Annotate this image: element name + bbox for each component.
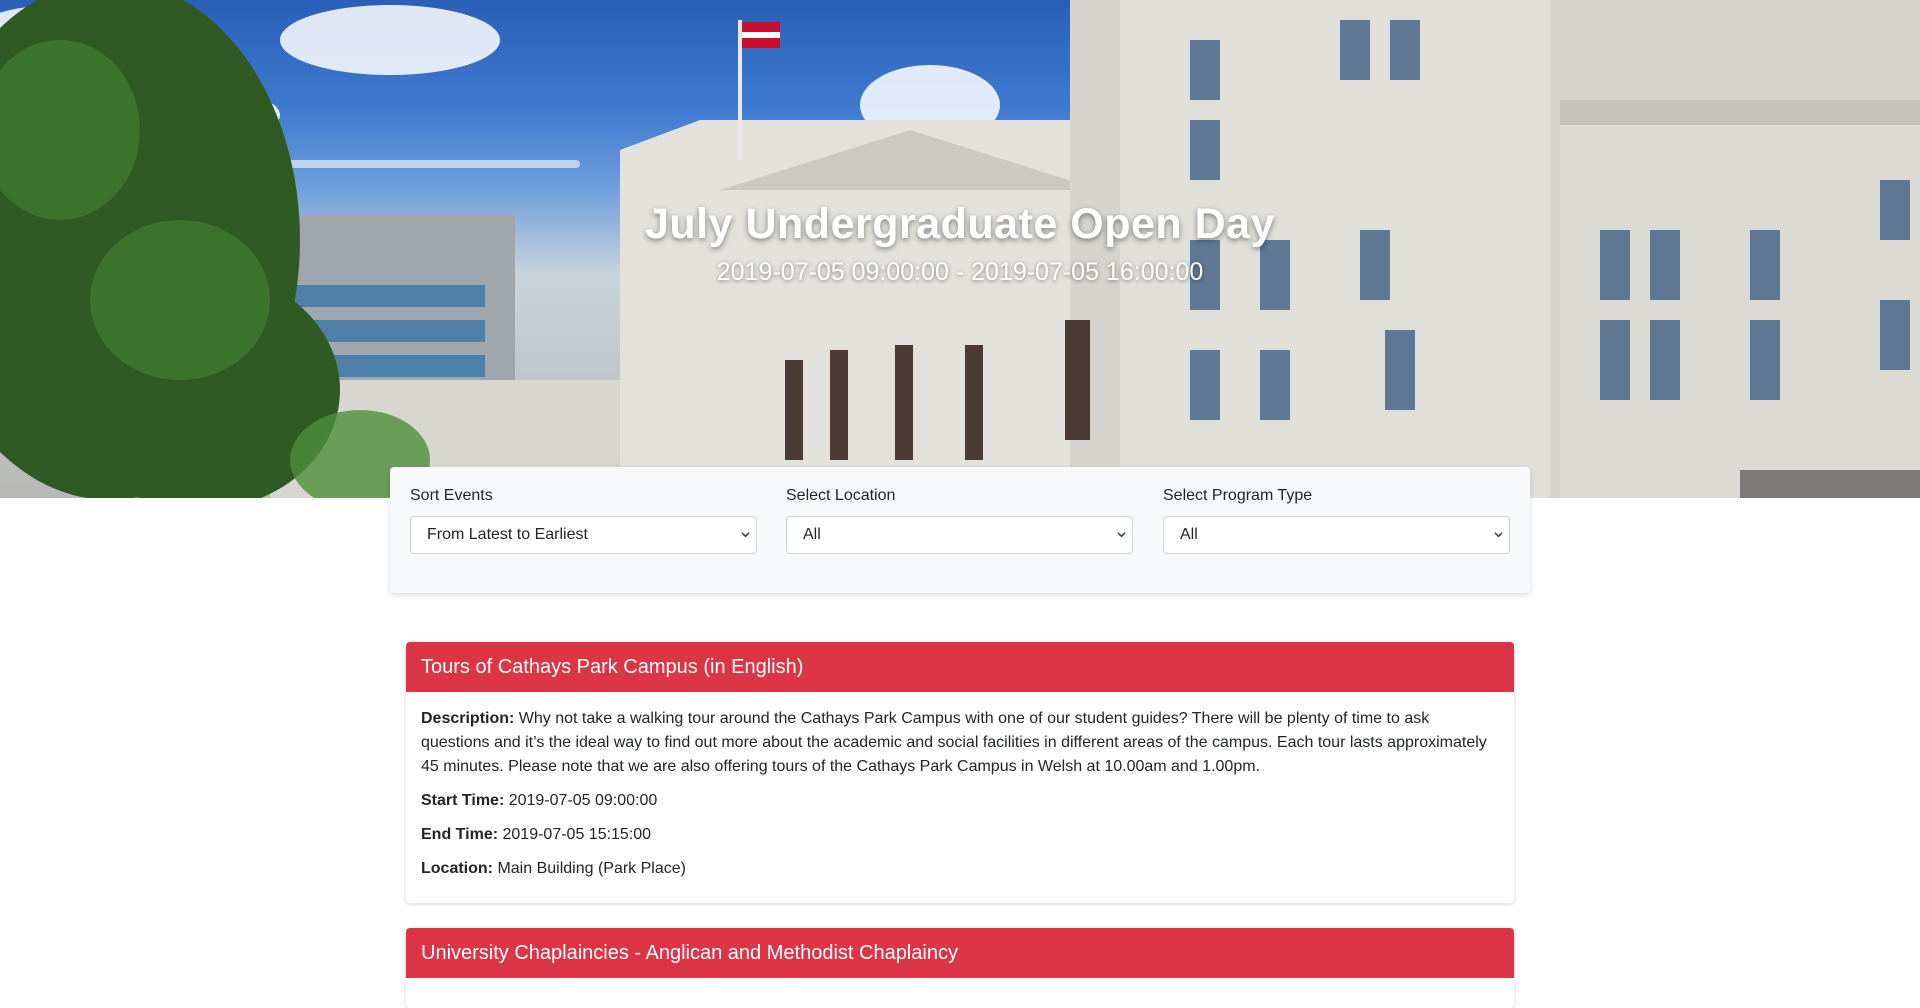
event-card: University Chaplaincies - Anglican and M… bbox=[406, 928, 1514, 1008]
hero-background-image bbox=[0, 0, 1920, 498]
start-time-value: 2019-07-05 09:00:00 bbox=[508, 792, 658, 809]
event-end-time: End Time: 2019-07-05 15:15:00 bbox=[421, 823, 1499, 847]
chevron-down-icon bbox=[1494, 532, 1503, 538]
program-select[interactable]: All bbox=[1163, 516, 1510, 554]
event-card-body: Description: Why not take a walking tour… bbox=[406, 692, 1514, 903]
program-filter: Select Program Type All bbox=[1163, 487, 1510, 554]
event-description: Description: Why not take a walking tour… bbox=[421, 707, 1499, 779]
location-filter: Select Location All bbox=[786, 487, 1133, 554]
filter-panel: Sort Events From Latest to Earliest Sele… bbox=[390, 467, 1530, 593]
sort-label: Sort Events bbox=[410, 487, 493, 504]
event-card: Tours of Cathays Park Campus (in English… bbox=[406, 642, 1514, 903]
event-title: July Undergraduate Open Day bbox=[645, 200, 1275, 248]
location-label: Select Location bbox=[786, 487, 896, 504]
sort-select[interactable]: From Latest to Earliest bbox=[410, 516, 757, 554]
chevron-down-icon bbox=[741, 532, 750, 538]
chevron-down-icon bbox=[1117, 532, 1126, 538]
sort-select-value: From Latest to Earliest bbox=[427, 526, 588, 543]
description-label: Description: bbox=[421, 710, 515, 727]
description-text: Why not take a walking tour around the C… bbox=[421, 710, 1487, 775]
sort-filter: Sort Events From Latest to Earliest bbox=[410, 487, 757, 554]
location-value: Main Building (Park Place) bbox=[497, 860, 686, 877]
end-time-label: End Time: bbox=[421, 826, 499, 843]
location-field-label: Location: bbox=[421, 860, 493, 877]
event-start-time: Start Time: 2019-07-05 09:00:00 bbox=[421, 789, 1499, 813]
end-time-value: 2019-07-05 15:15:00 bbox=[502, 826, 652, 843]
event-card-title[interactable]: University Chaplaincies - Anglican and M… bbox=[406, 928, 1514, 978]
event-card-title[interactable]: Tours of Cathays Park Campus (in English… bbox=[406, 642, 1514, 692]
event-dates: 2019-07-05 09:00:00 - 2019-07-05 16:00:0… bbox=[716, 258, 1204, 286]
location-select[interactable]: All bbox=[786, 516, 1133, 554]
program-select-value: All bbox=[1180, 526, 1198, 543]
location-select-value: All bbox=[803, 526, 821, 543]
program-label: Select Program Type bbox=[1163, 487, 1313, 504]
hero-banner: July Undergraduate Open Day 2019-07-05 0… bbox=[0, 0, 1920, 498]
event-location: Location: Main Building (Park Place) bbox=[421, 857, 1499, 881]
start-time-label: Start Time: bbox=[421, 792, 505, 809]
